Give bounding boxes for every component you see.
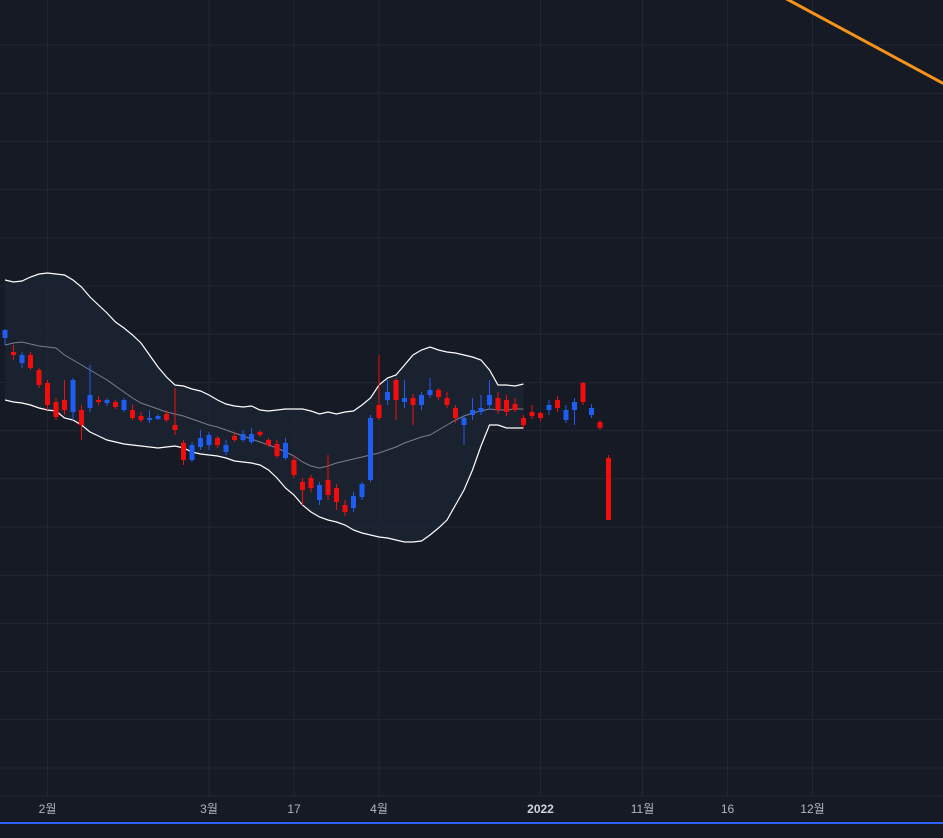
candle bbox=[580, 382, 586, 405]
time-axis-bottom-border bbox=[0, 822, 943, 824]
candle bbox=[121, 398, 127, 412]
candle-body bbox=[87, 395, 93, 408]
candle-body bbox=[96, 400, 101, 402]
candle-body bbox=[606, 458, 611, 520]
candle-body bbox=[240, 434, 246, 440]
candle-body bbox=[470, 410, 475, 415]
candle-body bbox=[121, 400, 127, 410]
candle-body bbox=[164, 414, 169, 420]
candle-body bbox=[512, 404, 518, 410]
x-tick-label: 3월 bbox=[200, 802, 218, 816]
candle-body bbox=[45, 383, 50, 405]
candle-body bbox=[444, 398, 450, 405]
candle-body bbox=[385, 392, 390, 400]
candle-body bbox=[572, 402, 577, 410]
candle-body bbox=[266, 440, 271, 445]
price-chart[interactable]: 2월3월174월202211월1612월2 bbox=[0, 0, 943, 838]
candle bbox=[189, 442, 195, 462]
candle-body bbox=[130, 410, 135, 418]
candle-body bbox=[172, 425, 178, 430]
candle-body bbox=[376, 405, 382, 418]
candle-body bbox=[232, 436, 237, 440]
candle-body bbox=[206, 435, 212, 445]
candle-body bbox=[79, 410, 84, 425]
candle-body bbox=[53, 402, 59, 417]
candle-body bbox=[198, 438, 203, 447]
x-tick-label: 11월 bbox=[631, 802, 655, 816]
candle-body bbox=[538, 413, 543, 418]
x-tick-label: 2월 bbox=[39, 802, 57, 816]
candle-body bbox=[308, 478, 314, 488]
candle-body bbox=[589, 408, 594, 415]
candle-body bbox=[138, 416, 144, 420]
candle-body bbox=[291, 460, 297, 475]
candle-body bbox=[11, 352, 16, 355]
candle-body bbox=[113, 402, 118, 407]
candle-body bbox=[317, 485, 322, 500]
candle-body bbox=[2, 330, 8, 338]
candle-body bbox=[504, 400, 509, 412]
candle-body bbox=[325, 480, 331, 495]
candle-body bbox=[274, 444, 280, 456]
candle-body bbox=[19, 355, 25, 363]
candle bbox=[606, 455, 611, 520]
candle-body bbox=[147, 418, 152, 420]
candle-body bbox=[368, 418, 373, 480]
candle-body bbox=[419, 395, 424, 405]
candle-body bbox=[359, 484, 365, 497]
candle-body bbox=[410, 398, 416, 405]
candle-body bbox=[257, 432, 263, 435]
candle-body bbox=[427, 390, 433, 395]
x-tick-label: 2022 bbox=[527, 802, 554, 816]
candle-body bbox=[563, 410, 569, 420]
x-tick-label: 17 bbox=[287, 802, 301, 816]
candle-body bbox=[62, 400, 67, 410]
x-tick-label: 12월 bbox=[800, 802, 824, 816]
candle-body bbox=[155, 416, 161, 419]
candle-body bbox=[334, 488, 339, 502]
candle-body bbox=[402, 398, 407, 402]
candle bbox=[368, 415, 373, 482]
candle-body bbox=[283, 443, 288, 458]
candle-body bbox=[393, 380, 399, 400]
candle-body bbox=[487, 395, 492, 405]
candle-body bbox=[181, 443, 186, 460]
candle-body bbox=[215, 438, 220, 445]
candle-body bbox=[495, 398, 501, 410]
candle-body bbox=[351, 496, 356, 508]
candle-body bbox=[249, 434, 254, 442]
candle-body bbox=[436, 390, 441, 397]
candle-body bbox=[300, 482, 305, 490]
candle-body bbox=[555, 400, 560, 408]
candle-body bbox=[521, 418, 526, 425]
candle-body bbox=[104, 400, 110, 403]
candle-body bbox=[36, 370, 42, 385]
candle-body bbox=[478, 408, 484, 412]
candle-body bbox=[70, 380, 76, 412]
candle-body bbox=[342, 505, 348, 512]
candle-body bbox=[28, 355, 33, 368]
candle-body bbox=[189, 445, 195, 460]
candle bbox=[36, 368, 42, 388]
candle-body bbox=[461, 418, 467, 425]
x-tick-label: 16 bbox=[721, 802, 735, 816]
x-tick-label: 4월 bbox=[370, 802, 388, 816]
candle-body bbox=[546, 405, 552, 410]
candle-body bbox=[529, 412, 535, 416]
candle-body bbox=[580, 383, 586, 402]
candle-body bbox=[597, 422, 603, 428]
candle-body bbox=[223, 445, 229, 452]
candle-body bbox=[453, 408, 458, 418]
